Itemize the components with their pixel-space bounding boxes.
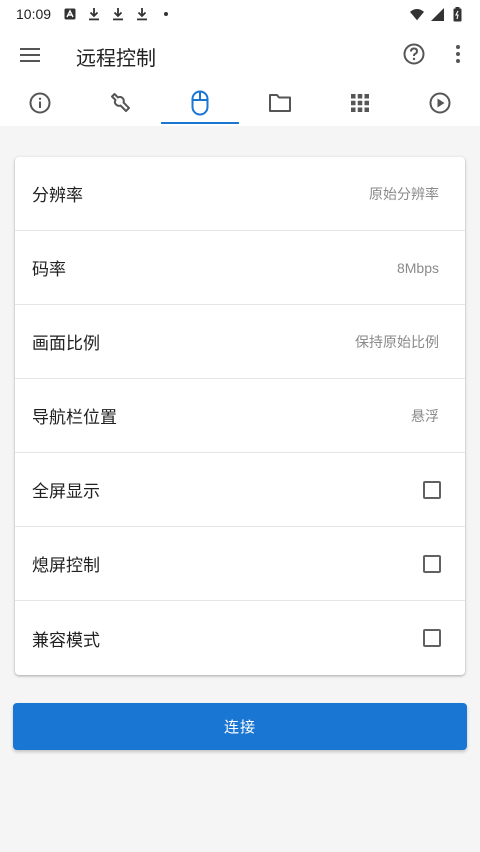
help-icon — [403, 43, 425, 69]
download-icon — [111, 7, 125, 21]
setting-label: 码率 — [32, 260, 66, 279]
setting-compat-mode[interactable]: 兼容模式 — [15, 601, 465, 675]
tab-bar — [0, 84, 480, 126]
wifi-icon — [410, 7, 424, 21]
setting-label: 导航栏位置 — [32, 408, 117, 427]
apps-grid-icon — [351, 94, 369, 116]
setting-fullscreen[interactable]: 全屏显示 — [15, 453, 465, 527]
setting-label: 兼容模式 — [32, 630, 100, 650]
status-time: 10:09 — [16, 6, 52, 22]
folder-icon — [268, 93, 292, 117]
menu-icon — [20, 47, 40, 66]
download-icon — [87, 7, 101, 21]
setting-resolution[interactable]: 分辨率 原始分辨率 — [15, 157, 465, 231]
mouse-icon — [191, 90, 209, 120]
setting-value: 原始分辨率 — [369, 185, 439, 202]
more-options-button[interactable] — [436, 28, 480, 84]
setting-aspect-ratio[interactable]: 画面比例 保持原始比例 — [15, 305, 465, 379]
info-icon — [29, 92, 51, 118]
status-notification-icons — [63, 7, 173, 21]
fullscreen-checkbox[interactable] — [423, 480, 441, 499]
compat-mode-checkbox[interactable] — [423, 629, 441, 647]
wrench-icon — [108, 91, 132, 119]
screen-off-control-checkbox[interactable] — [423, 554, 441, 573]
status-system-icons — [410, 6, 464, 21]
setting-navbar-position[interactable]: 导航栏位置 悬浮 — [15, 379, 465, 453]
setting-value: 悬浮 — [411, 407, 439, 424]
download-icon — [135, 7, 149, 21]
status-bar: 10:09 — [0, 0, 480, 28]
setting-label: 分辨率 — [32, 186, 83, 205]
setting-value: 保持原始比例 — [355, 333, 439, 350]
tab-remote-control[interactable] — [160, 84, 240, 126]
more-vert-icon — [456, 45, 460, 67]
setting-label: 全屏显示 — [32, 482, 100, 501]
tab-info[interactable] — [0, 84, 80, 126]
connect-button[interactable]: 连接 — [13, 703, 467, 750]
setting-label: 熄屏控制 — [32, 556, 100, 575]
app-bar: 远程控制 — [0, 28, 480, 84]
play-circle-icon — [429, 92, 451, 118]
battery-icon — [450, 6, 464, 21]
auto-icon — [63, 7, 77, 21]
dot-icon — [159, 7, 173, 21]
tab-tools[interactable] — [80, 84, 160, 126]
setting-label: 画面比例 — [32, 334, 100, 353]
tab-media[interactable] — [400, 84, 480, 126]
help-button[interactable] — [392, 28, 436, 84]
settings-card: 分辨率 原始分辨率 码率 8Mbps 画面比例 保持原始比例 导航栏位置 悬浮 … — [15, 157, 465, 675]
tab-files[interactable] — [240, 84, 320, 126]
setting-value: 8Mbps — [396, 259, 439, 276]
signal-icon — [430, 7, 444, 21]
page-title: 远程控制 — [76, 47, 156, 70]
menu-button[interactable] — [0, 28, 60, 84]
tab-apps[interactable] — [320, 84, 400, 126]
setting-bitrate[interactable]: 码率 8Mbps — [15, 231, 465, 305]
setting-screen-off-control[interactable]: 熄屏控制 — [15, 527, 465, 601]
